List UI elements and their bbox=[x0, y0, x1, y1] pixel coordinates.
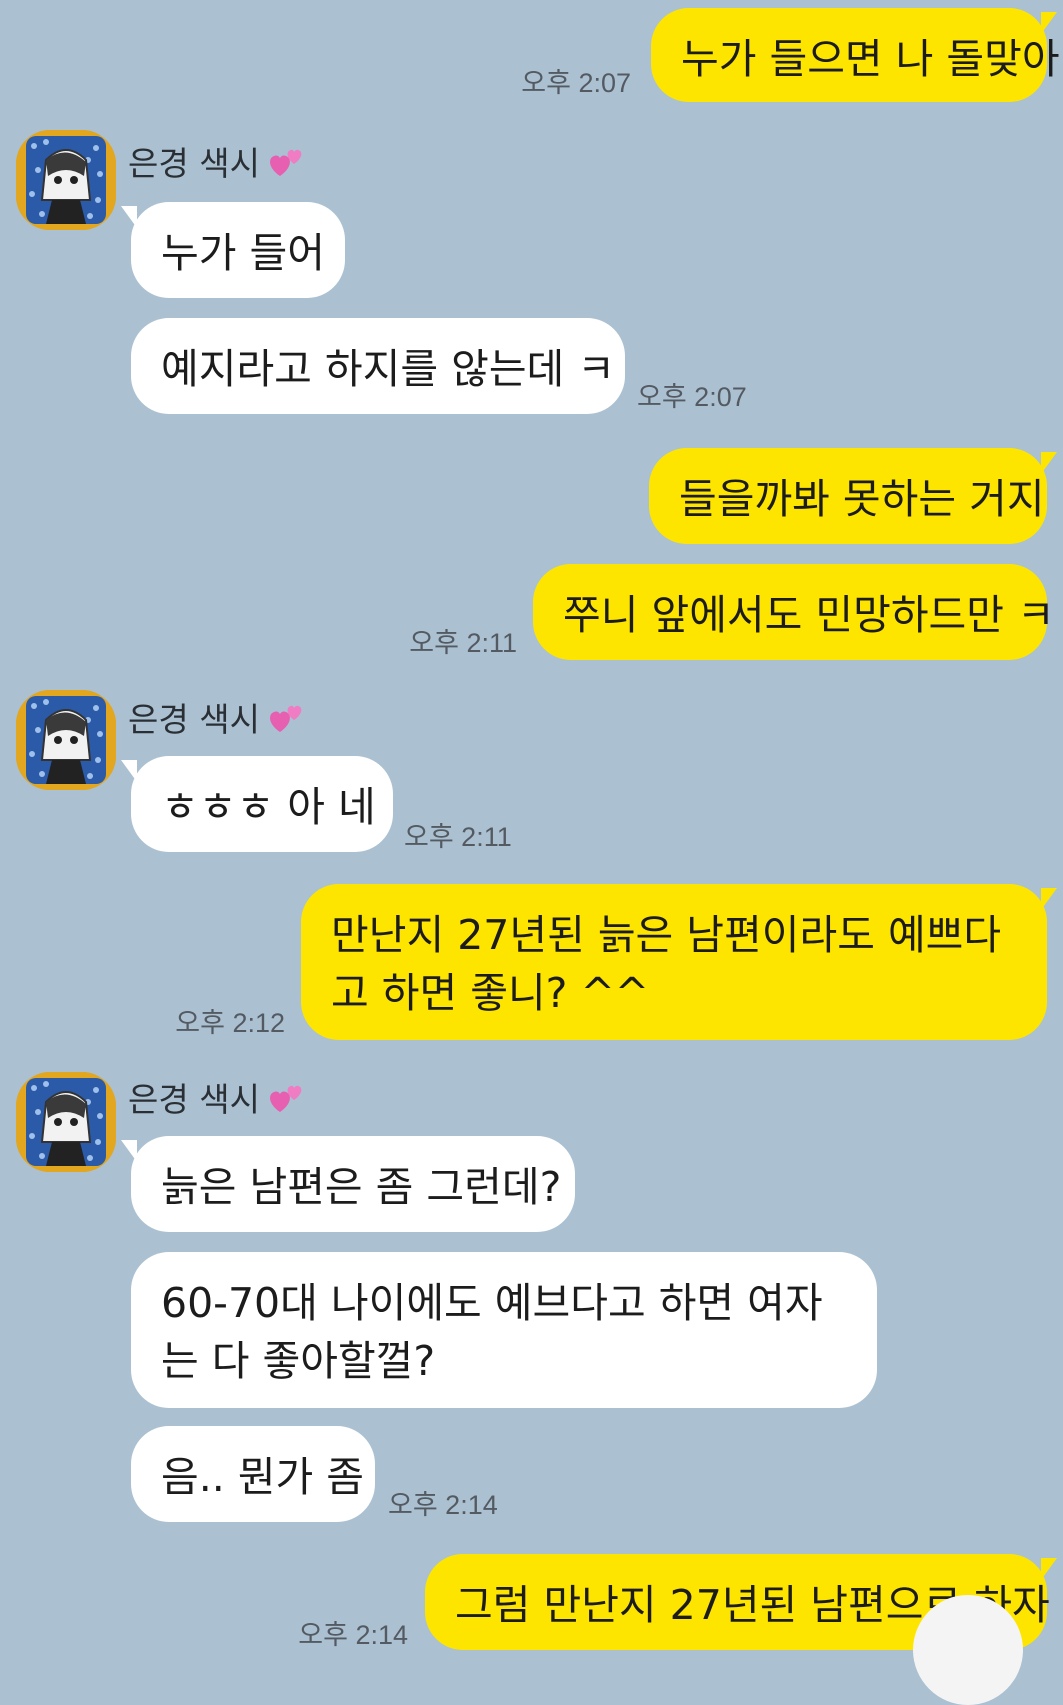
bubble-tail bbox=[1041, 1558, 1057, 1580]
message-timestamp: 오후 2:07 bbox=[637, 382, 747, 412]
sent-message[interactable]: 누가 들으면 나 돌맞아 bbox=[651, 8, 1060, 102]
two-hearts-icon bbox=[266, 1082, 306, 1118]
two-hearts-icon bbox=[266, 702, 306, 738]
bubble-tail bbox=[1041, 452, 1057, 474]
message-timestamp: 오후 2:07 bbox=[521, 68, 631, 98]
sent-message[interactable]: 들을까봐 못하는 거지 bbox=[649, 448, 1047, 544]
message-timestamp: 오후 2:14 bbox=[388, 1490, 498, 1520]
bubble-tail bbox=[1041, 888, 1057, 910]
received-message[interactable]: 누가 들어 bbox=[131, 202, 345, 298]
chat-room: 누가 들으면 나 돌맞아 오후 2:07 은경 색시 누가 들어 예지라고 하지… bbox=[0, 0, 1063, 1705]
received-message[interactable]: 60-70대 나이에도 예브다고 하면 여자는 다 좋아할껄? bbox=[131, 1252, 877, 1408]
contact-avatar[interactable] bbox=[16, 1072, 116, 1172]
message-timestamp: 오후 2:12 bbox=[175, 1008, 285, 1038]
received-message[interactable]: ㅎㅎㅎ 아 네 bbox=[131, 756, 393, 852]
message-timestamp: 오후 2:14 bbox=[298, 1620, 408, 1650]
bubble-tail bbox=[121, 1140, 137, 1162]
two-hearts-icon bbox=[266, 146, 306, 182]
received-message[interactable]: 늙은 남편은 좀 그런데? bbox=[131, 1136, 575, 1232]
bubble-tail bbox=[1041, 12, 1057, 34]
bubble-tail bbox=[121, 206, 137, 228]
sender-name: 은경 색시 bbox=[128, 1080, 260, 1119]
sender-name: 은경 색시 bbox=[128, 144, 260, 183]
sent-message[interactable]: 만난지 27년된 늙은 남편이라도 예쁘다고 하면 좋니? ^^ bbox=[301, 884, 1047, 1040]
contact-avatar[interactable] bbox=[16, 690, 116, 790]
message-timestamp: 오후 2:11 bbox=[404, 822, 512, 852]
scroll-button[interactable] bbox=[913, 1595, 1023, 1705]
avatar-portrait-icon bbox=[16, 130, 116, 230]
message-timestamp: 오후 2:11 bbox=[409, 628, 517, 658]
avatar-portrait-icon bbox=[16, 690, 116, 790]
received-message[interactable]: 음.. 뭔가 좀 bbox=[131, 1426, 375, 1522]
sender-name: 은경 색시 bbox=[128, 700, 260, 739]
sent-message[interactable]: 쭈니 앞에서도 민망하드만 ㅋ bbox=[533, 564, 1055, 660]
bubble-tail bbox=[121, 760, 137, 782]
contact-avatar[interactable] bbox=[16, 130, 116, 230]
avatar-portrait-icon bbox=[16, 1072, 116, 1172]
received-message[interactable]: 예지라고 하지를 않는데 ㅋ bbox=[131, 318, 625, 414]
